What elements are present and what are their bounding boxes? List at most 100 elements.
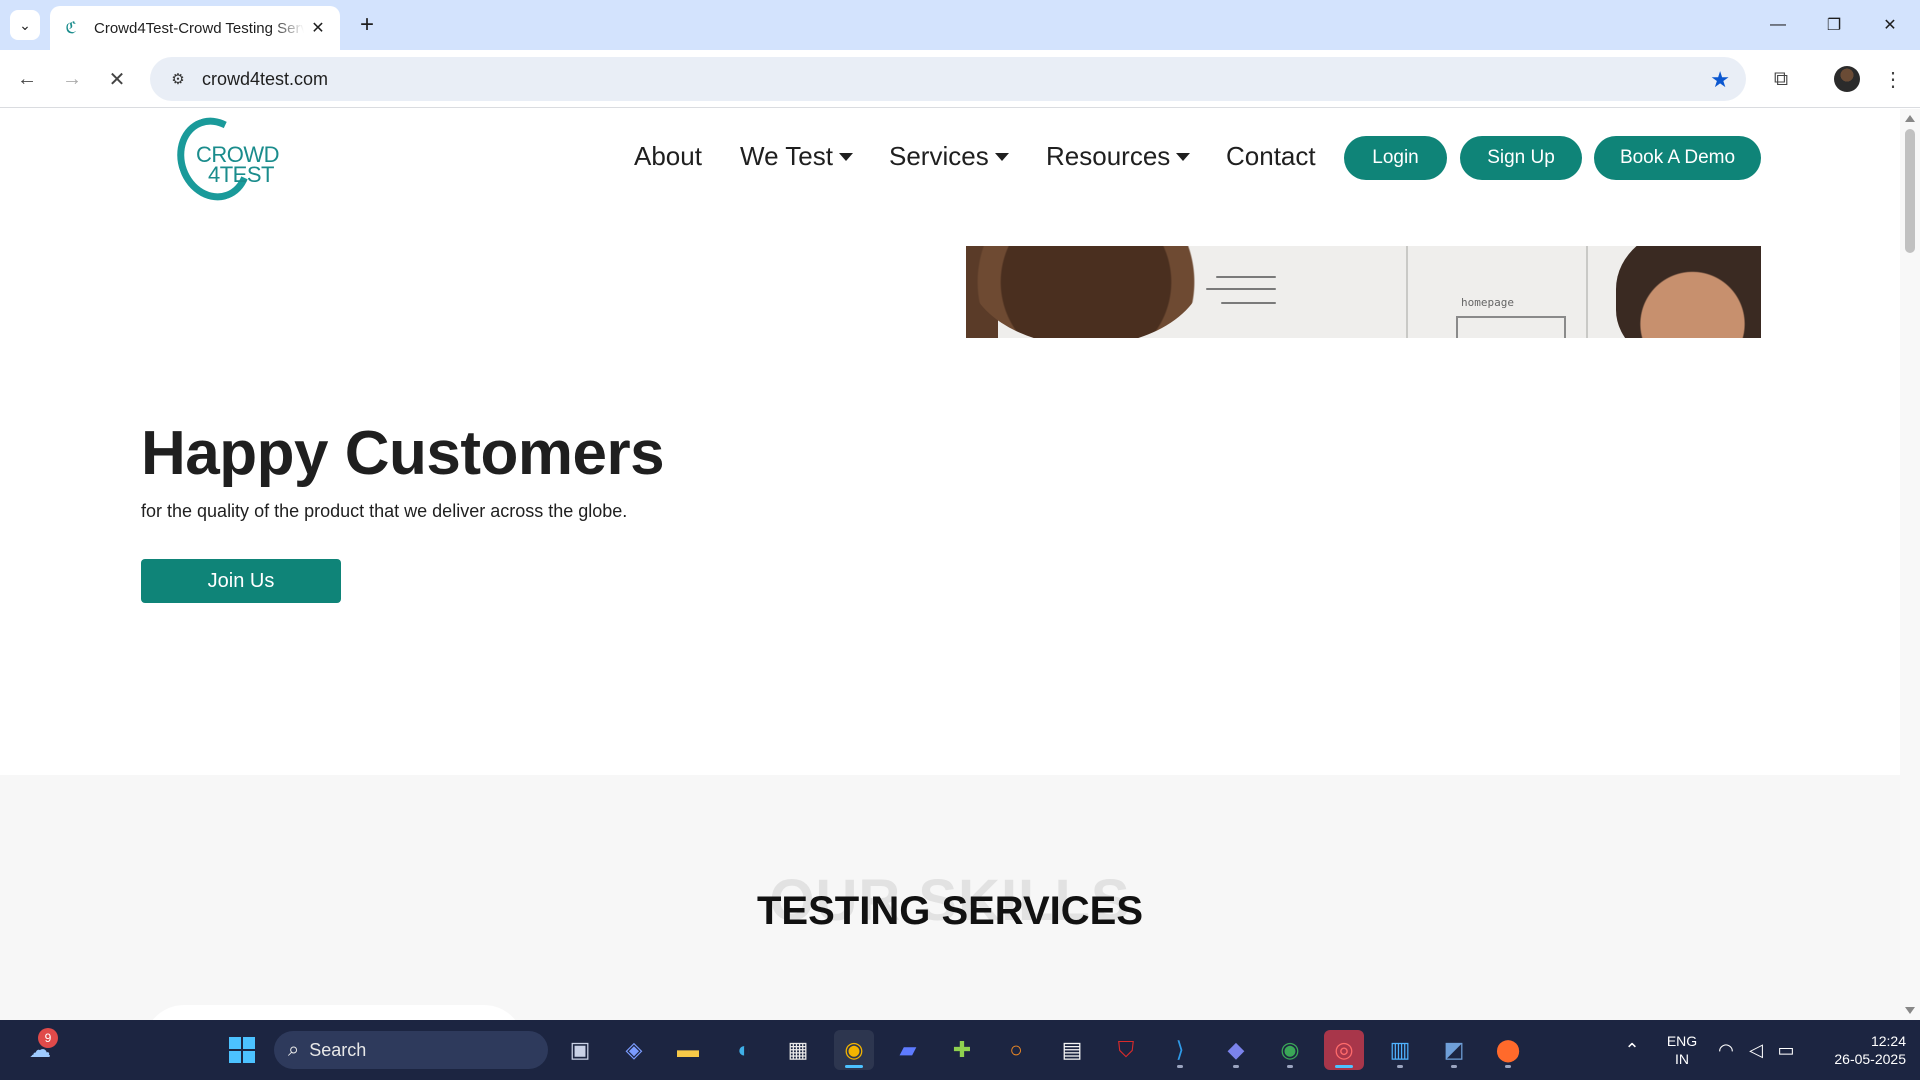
chrome-icon: ◉ [844, 1037, 864, 1062]
caret-down-icon [1176, 152, 1191, 161]
site-settings-icon[interactable]: ⚙ [160, 70, 196, 88]
caret-down-icon [838, 152, 853, 161]
search-icon: ⌕ [288, 1038, 300, 1061]
nav-we-test[interactable]: We Test [740, 141, 853, 172]
app-icon: ⬤ [1495, 1037, 1521, 1062]
copilot-icon: ◈ [625, 1037, 643, 1062]
battery-button[interactable]: ▭ [1766, 1030, 1806, 1070]
person-hair-shape [966, 246, 1206, 338]
language-indicator[interactable]: ENG IN [1662, 1032, 1702, 1068]
battery-icon: ▭ [1777, 1039, 1795, 1060]
close-icon: ✕ [1883, 17, 1897, 34]
nav-resources-label: Resources [1046, 141, 1171, 171]
more-vertical-icon: ⋮ [1883, 68, 1903, 91]
windows-taskbar: ☁ 9 ⌕ Search ▣ ◈ ▬ ◐ ▦ ◉ ▰ ✚ ○ ▤ ⛉ ⟩ ◆ ◉… [0, 1020, 1920, 1080]
bookmark-star-icon[interactable]: ★ [1710, 67, 1730, 93]
show-hidden-icons-button[interactable]: ⌃ [1612, 1030, 1652, 1070]
site-favicon-icon: ℭ [65, 20, 77, 37]
scrollbar-thumb[interactable] [1905, 129, 1915, 253]
browser-toolbar: ← → ✕ ⚙ crowd4test.com ★ ⧉ ⋮ [0, 50, 1920, 108]
whiteboard-sketch [1221, 302, 1276, 304]
edge-button[interactable]: ◐ [724, 1030, 764, 1070]
hero-subtitle: for the quality of the product that we d… [141, 501, 628, 521]
clock-date: 26-05-2025 [1834, 1051, 1906, 1067]
store-icon: ▦ [787, 1037, 809, 1062]
chevron-up-icon: ⌃ [1624, 1039, 1640, 1060]
search-placeholder: Search [309, 1039, 367, 1060]
page-scrollbar[interactable] [1900, 109, 1920, 1020]
clock[interactable]: 12:24 26-05-2025 [1810, 1032, 1906, 1068]
hero-image: homepage [966, 246, 1761, 338]
notepad-icon: ▥ [1389, 1037, 1411, 1062]
back-button[interactable]: ← [10, 62, 44, 96]
shield-icon: ⛉ [1117, 1037, 1135, 1062]
chevron-down-icon: ⌄ [19, 16, 31, 33]
nav-contact[interactable]: Contact [1226, 141, 1316, 172]
taskbar-search[interactable]: ⌕ Search [274, 1031, 548, 1069]
book-demo-button[interactable]: Book A Demo [1594, 136, 1761, 180]
nav-about-label: About [634, 141, 702, 171]
minimize-button[interactable]: — [1756, 8, 1800, 42]
web-page: CROWD 4TEST About We Test Services Resou… [0, 109, 1900, 1020]
running-indicator [1177, 1065, 1183, 1068]
puzzle-icon: ⧉ [1773, 67, 1789, 90]
nav-services-label: Services [889, 141, 989, 171]
language-code: ENG [1666, 1033, 1698, 1049]
active-indicator [845, 1065, 863, 1068]
teams-button[interactable]: ◆ [1216, 1030, 1256, 1070]
file-explorer-button[interactable]: ▬ [668, 1030, 708, 1070]
copilot-button[interactable]: ◈ [614, 1030, 654, 1070]
store-button[interactable]: ▦ [778, 1030, 818, 1070]
skills-title: TESTING SERVICES [756, 889, 1143, 933]
app-button-6[interactable]: ◩ [1434, 1030, 1474, 1070]
teams-icon: ◆ [1227, 1037, 1245, 1062]
app-button-3[interactable]: ○ [996, 1030, 1036, 1070]
browser-menu-button[interactable]: ⋮ [1876, 62, 1910, 96]
login-button[interactable]: Login [1344, 136, 1447, 180]
nav-resources[interactable]: Resources [1046, 141, 1191, 172]
join-us-button[interactable]: Join Us [141, 559, 341, 603]
profile-button[interactable] [1830, 62, 1864, 96]
address-bar[interactable]: ⚙ crowd4test.com ★ [150, 57, 1746, 101]
scroll-down-arrow-icon[interactable] [1905, 1007, 1915, 1014]
site-logo[interactable]: CROWD 4TEST [165, 109, 288, 211]
clock-time: 12:24 [1870, 1033, 1906, 1049]
nav-about[interactable]: About [634, 141, 702, 172]
tab-search-button[interactable]: ⌄ [10, 10, 40, 40]
mcafee-button[interactable]: ⛉ [1106, 1030, 1146, 1070]
notepad-button[interactable]: ▥ [1380, 1030, 1420, 1070]
app-button-1[interactable]: ▰ [888, 1030, 928, 1070]
task-view-button[interactable]: ▣ [560, 1030, 600, 1070]
new-tab-button[interactable]: + [352, 10, 382, 40]
app-button-4[interactable]: ▤ [1052, 1030, 1092, 1070]
running-indicator [1287, 1065, 1293, 1068]
app-button-5[interactable]: ◎ [1324, 1030, 1364, 1070]
signup-button[interactable]: Sign Up [1460, 136, 1582, 180]
chrome-button[interactable]: ◉ [834, 1030, 874, 1070]
logo-line2: 4TEST [208, 162, 274, 187]
vscode-button[interactable]: ⟩ [1160, 1030, 1200, 1070]
whiteboard-sketch [1216, 276, 1276, 278]
close-window-button[interactable]: ✕ [1868, 8, 1912, 42]
url-text: crowd4test.com [202, 68, 329, 89]
extensions-button[interactable]: ⧉ [1764, 62, 1798, 96]
scroll-up-arrow-icon[interactable] [1905, 115, 1915, 122]
browser-tab[interactable]: ℭ Crowd4Test-Crowd Testing Services ✕ [50, 6, 340, 50]
app-icon: ◩ [1443, 1037, 1465, 1062]
stop-loading-button[interactable]: ✕ [100, 62, 134, 96]
plus-icon: + [359, 11, 374, 38]
arrow-left-icon: ← [17, 67, 37, 90]
restore-button[interactable]: ❐ [1812, 8, 1856, 42]
start-button[interactable] [222, 1030, 262, 1070]
running-indicator [1335, 1065, 1353, 1068]
nav-services[interactable]: Services [889, 141, 1009, 172]
tab-title: Crowd4Test-Crowd Testing Services [94, 19, 304, 37]
app-button-7[interactable]: ⬤ [1488, 1030, 1528, 1070]
chrome-profile-button[interactable]: ◉ [1270, 1030, 1310, 1070]
app-button-2[interactable]: ✚ [942, 1030, 982, 1070]
whiteboard-writing: homepage [1461, 296, 1514, 309]
close-icon[interactable]: ✕ [308, 18, 328, 38]
forward-button[interactable]: → [55, 62, 89, 96]
hero-title: Happy Customers [141, 419, 665, 488]
person-head-shape [1616, 246, 1761, 338]
